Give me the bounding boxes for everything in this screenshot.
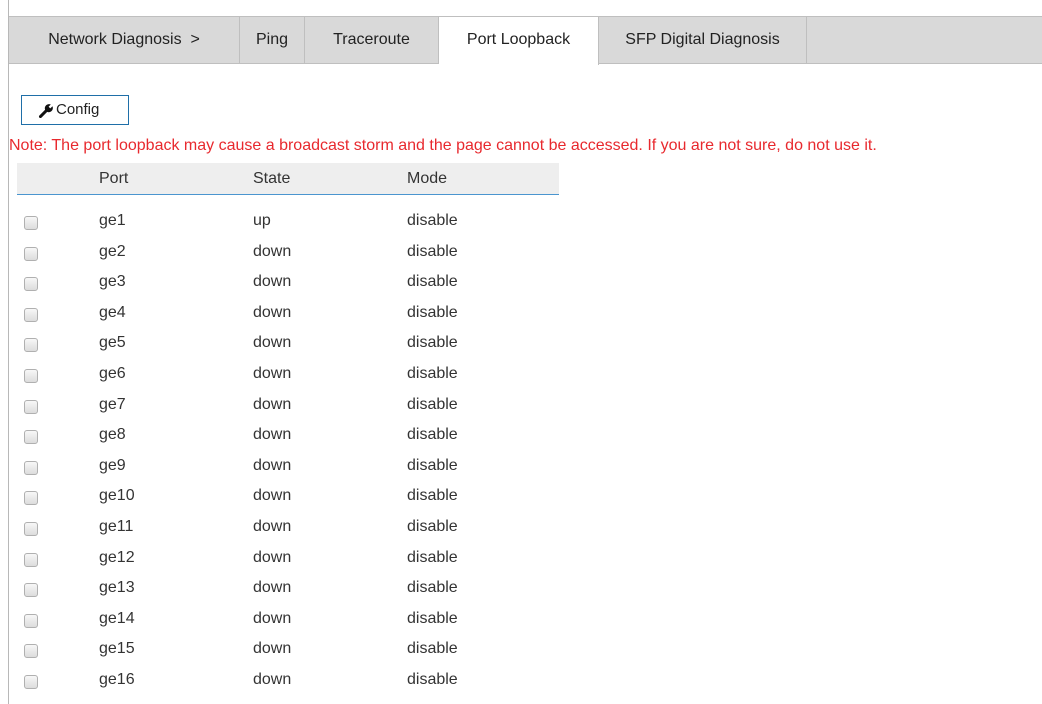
port-cell: ge10 (99, 487, 135, 505)
row-checkbox[interactable] (24, 216, 38, 230)
port-cell: ge8 (99, 426, 126, 444)
tab-bar: Network Diagnosis > Ping Traceroute Port… (9, 16, 1042, 65)
port-cell: ge6 (99, 365, 126, 382)
mode-cell: disable (407, 334, 458, 352)
port-cell: ge14 (99, 609, 135, 627)
row-checkbox[interactable] (24, 552, 38, 567)
port-cell: ge9 (99, 456, 126, 474)
state-cell: down (253, 303, 292, 321)
row-checkbox[interactable] (24, 583, 38, 598)
mode-cell: disable (407, 212, 458, 229)
mode-cell: disable (407, 426, 458, 444)
state-cell: up (253, 212, 271, 229)
row-checkbox[interactable] (24, 613, 38, 628)
table-header: Port State Mode (17, 163, 559, 195)
mode-cell: disable (407, 395, 458, 413)
mode-cell: disable (407, 365, 458, 382)
row-checkbox[interactable] (24, 675, 38, 689)
port-cell: ge4 (99, 303, 126, 321)
table-row: ge13 down disable (9, 579, 569, 610)
mode-cell: disable (407, 456, 458, 474)
row-checkbox[interactable] (24, 644, 38, 659)
row-checkbox[interactable] (24, 430, 38, 445)
row-checkbox[interactable] (24, 491, 38, 506)
row-checkbox[interactable] (24, 522, 38, 536)
table-row: ge4 down disable (9, 304, 569, 335)
table-row: ge5 down disable (9, 334, 569, 365)
mode-cell: disable (407, 273, 458, 291)
state-cell: down (253, 640, 292, 658)
mode-cell: disable (407, 671, 458, 688)
port-cell: ge5 (99, 334, 126, 352)
state-cell: down (253, 518, 292, 535)
tab-traceroute[interactable]: Traceroute (305, 17, 439, 64)
config-button[interactable]: Config (21, 95, 129, 125)
state-cell: down (253, 609, 292, 627)
row-checkbox[interactable] (24, 460, 38, 475)
mode-cell: disable (407, 579, 458, 597)
column-header-state: State (253, 170, 291, 187)
wrench-icon (38, 104, 53, 119)
state-cell: down (253, 273, 292, 291)
row-checkbox[interactable] (24, 369, 38, 383)
tab-ping[interactable]: Ping (239, 17, 305, 64)
state-cell: down (253, 579, 292, 597)
table-row: ge14 down disable (9, 610, 569, 641)
port-cell: ge15 (99, 640, 135, 658)
state-cell: down (253, 395, 292, 413)
state-cell: down (253, 334, 292, 352)
port-cell: ge1 (99, 212, 126, 229)
row-checkbox[interactable] (24, 307, 38, 322)
config-button-label: Config (56, 101, 100, 118)
table-row: ge15 down disable (9, 640, 569, 671)
port-cell: ge2 (99, 242, 126, 260)
row-checkbox[interactable] (24, 246, 38, 261)
row-checkbox[interactable] (24, 338, 38, 353)
state-cell: down (253, 487, 292, 505)
table-row: ge1 up disable (9, 212, 569, 243)
table-row: ge8 down disable (9, 426, 569, 457)
mode-cell: disable (407, 303, 458, 321)
mode-cell: disable (407, 242, 458, 260)
table-row: ge2 down disable (9, 243, 569, 274)
port-cell: ge12 (99, 548, 135, 566)
mode-cell: disable (407, 548, 458, 566)
row-checkbox[interactable] (24, 277, 38, 292)
breadcrumb: Network Diagnosis > (48, 31, 200, 48)
table-row: ge16 down disable (9, 671, 569, 702)
tab-port-loopback[interactable]: Port Loopback (439, 17, 599, 65)
table-row: ge3 down disable (9, 273, 569, 304)
port-cell: ge11 (99, 518, 134, 535)
state-cell: down (253, 242, 292, 260)
state-cell: down (253, 365, 292, 382)
mode-cell: disable (407, 487, 458, 505)
warning-note: Note: The port loopback may cause a broa… (9, 137, 877, 154)
table-row: ge10 down disable (9, 487, 569, 518)
table-row: ge12 down disable (9, 549, 569, 580)
content-frame: Network Diagnosis > Ping Traceroute Port… (8, 0, 1042, 704)
state-cell: down (253, 548, 292, 566)
mode-cell: disable (407, 640, 458, 658)
port-cell: ge16 (99, 671, 135, 688)
state-cell: down (253, 426, 292, 444)
table-row: ge7 down disable (9, 396, 569, 427)
table-row: ge9 down disable (9, 457, 569, 488)
column-header-port: Port (99, 170, 129, 187)
port-cell: ge13 (99, 579, 135, 597)
table-row: ge11 down disable (9, 518, 569, 549)
port-cell: ge3 (99, 273, 126, 291)
port-cell: ge7 (99, 395, 126, 413)
row-checkbox[interactable] (24, 399, 38, 414)
mode-cell: disable (407, 609, 458, 627)
table-row: ge6 down disable (9, 365, 569, 396)
column-header-mode: Mode (407, 170, 448, 187)
state-cell: down (253, 671, 292, 688)
state-cell: down (253, 456, 292, 474)
mode-cell: disable (407, 518, 458, 535)
tab-sfp-digital-diagnosis[interactable]: SFP Digital Diagnosis (599, 17, 807, 64)
